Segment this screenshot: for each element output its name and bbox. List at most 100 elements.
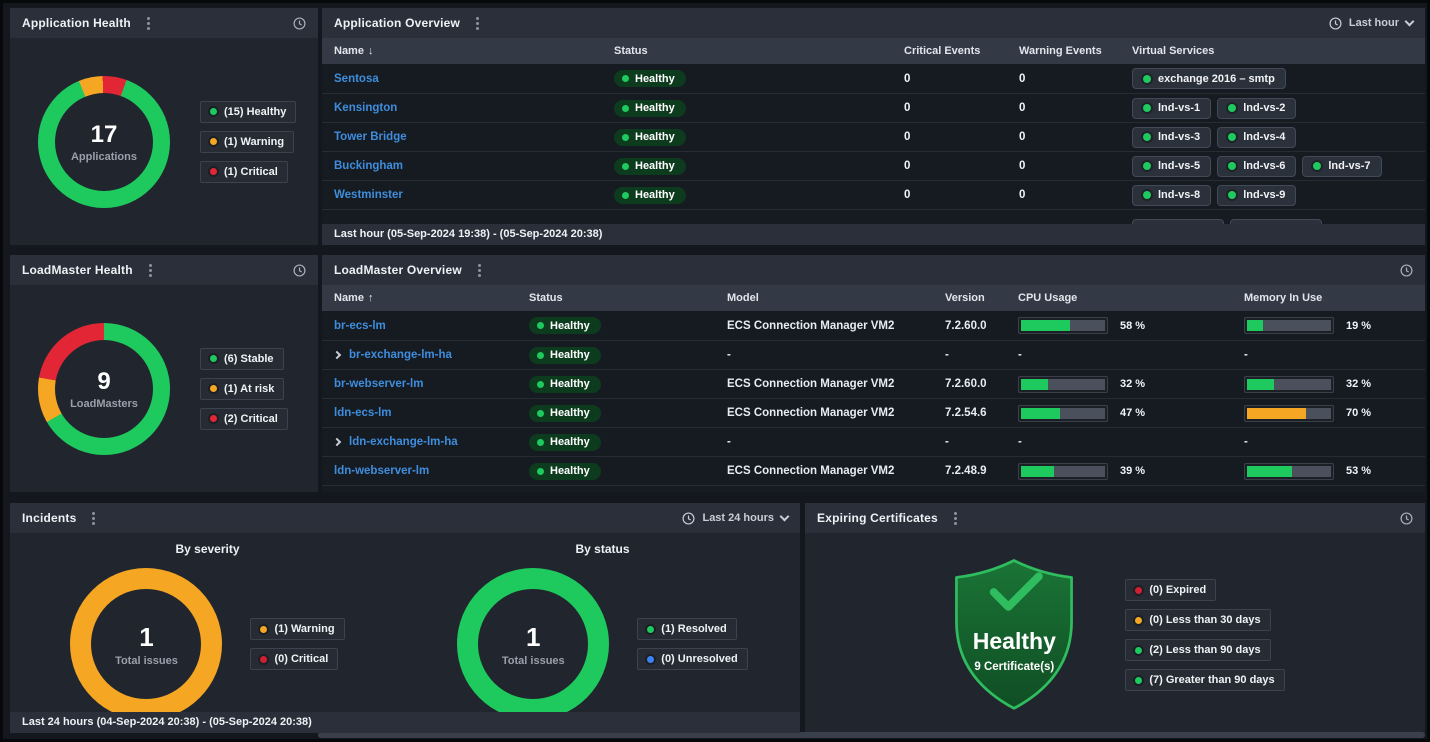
virtual-service-tag[interactable]: lnd-vs-5	[1132, 156, 1211, 177]
kebab-menu-icon[interactable]	[952, 510, 959, 527]
table-row[interactable]: br-ecs-lmHealthyECS Connection Manager V…	[322, 311, 1425, 340]
table-row[interactable]: KensingtonHealthy00lnd-vs-1lnd-vs-2	[322, 93, 1425, 122]
critical-events-value: 0	[892, 160, 1007, 172]
status-badge: Healthy	[614, 100, 686, 117]
virtual-service-tag[interactable]: exchange 2016 – smtp	[1132, 68, 1286, 89]
kebab-menu-icon[interactable]	[90, 510, 97, 527]
column-header-status[interactable]: Status	[517, 292, 715, 304]
virtual-service-tag[interactable]: lnd-vs-9	[1217, 185, 1296, 206]
virtual-service-tag[interactable]: lnd-vs-7	[1302, 156, 1381, 177]
sort-desc-icon: ↓	[368, 45, 374, 57]
panel-expiring-certificates: Expiring Certificates	[805, 503, 1425, 733]
application-name-link[interactable]: Sentosa	[334, 73, 379, 85]
table-row[interactable]: WestminsterHealthy00lnd-vs-8lnd-vs-9	[322, 180, 1425, 209]
status-dot-icon	[537, 352, 544, 359]
application-name-link[interactable]: Westminster	[334, 189, 403, 201]
table-row[interactable]: br-exchange-lm-haHealthy----	[322, 340, 1425, 369]
legend-item[interactable]: (2) Less than 90 days	[1125, 639, 1270, 661]
legend-item[interactable]: (1) Resolved	[637, 618, 736, 640]
virtual-service-tag[interactable]: lnd-vs-3	[1132, 127, 1211, 148]
table-row[interactable]: ldn-ecs-lmHealthyECS Connection Manager …	[322, 398, 1425, 427]
loadmaster-name-link[interactable]: br-ecs-lm	[334, 320, 386, 332]
chevron-down-icon	[1405, 17, 1415, 27]
legend-label: (1) Warning	[224, 136, 284, 148]
version-value: 7.2.60.0	[933, 378, 1006, 390]
version-value: 7.2.54.6	[933, 407, 1006, 419]
expand-chevron-icon[interactable]	[333, 351, 341, 359]
time-window-footer: Last 24 hours (04-Sep-2024 20:38) - (05-…	[10, 712, 800, 733]
column-header-name[interactable]: Name↓	[322, 45, 602, 57]
application-name-link[interactable]: Tower Bridge	[334, 131, 407, 143]
healthy-dot-icon	[1228, 133, 1236, 141]
kebab-menu-icon[interactable]	[145, 15, 152, 32]
virtual-service-tag[interactable]: lnd-vs-4	[1217, 127, 1296, 148]
table-row[interactable]: BuckinghamHealthy00lnd-vs-5lnd-vs-6lnd-v…	[322, 151, 1425, 180]
table-row[interactable]: SentosaHealthy00exchange 2016 – smtp	[322, 64, 1425, 93]
legend-item[interactable]: (0) Critical	[250, 648, 338, 670]
column-header-status[interactable]: Status	[602, 45, 892, 57]
version-value: -	[933, 436, 1006, 448]
virtual-service-tag[interactable]: lnd-vs-2	[1217, 98, 1296, 119]
time-window-footer: Last hour (05-Sep-2024 19:38) - (05-Sep-…	[322, 224, 1425, 245]
virtual-service-tag[interactable]: lnd-vs-8	[1132, 185, 1211, 206]
column-header-model[interactable]: Model	[715, 292, 933, 304]
legend-item[interactable]: (1) Warning	[200, 131, 294, 153]
column-header-name[interactable]: Name↑	[322, 292, 517, 304]
usage-percent: 47 %	[1120, 407, 1145, 419]
virtual-service-tag[interactable]: lnd-vs-6	[1217, 156, 1296, 177]
loadmaster-name-link[interactable]: br-webserver-lm	[334, 378, 423, 390]
application-name-link[interactable]: Buckingham	[334, 160, 403, 172]
legend-item[interactable]: (0) Unresolved	[637, 648, 747, 670]
time-range-dropdown[interactable]: Last hour	[1329, 17, 1413, 30]
table-row[interactable]: ldn-exchange-lm-haHealthy----	[322, 427, 1425, 456]
legend-item[interactable]: (6) Stable	[200, 348, 284, 370]
virtual-service-name: lnd-vs-7	[1328, 160, 1370, 172]
incident-chart-subtitle: By severity	[175, 542, 239, 556]
table-row[interactable]: ldn-webserver-lmHealthyECS Connection Ma…	[322, 456, 1425, 485]
legend-item[interactable]: (0) Less than 30 days	[1125, 609, 1270, 631]
donut-center-label: Total issues	[502, 655, 565, 667]
legend-item[interactable]: (1) Warning	[250, 618, 344, 640]
kebab-menu-icon[interactable]	[147, 262, 154, 279]
expand-chevron-icon[interactable]	[333, 438, 341, 446]
column-header-warning-events[interactable]: Warning Events	[1007, 45, 1120, 57]
critical-events-value: 0	[892, 73, 1007, 85]
table-row[interactable]: br-webserver-lmHealthyECS Connection Man…	[322, 369, 1425, 398]
legend-item[interactable]: (7) Greater than 90 days	[1125, 669, 1284, 691]
application-health-donut: 17 Applications	[38, 76, 170, 208]
critical-events-value: 0	[892, 131, 1007, 143]
time-range-dropdown[interactable]: Last 24 hours	[682, 512, 788, 525]
panel-title: Application Overview	[334, 16, 460, 30]
column-header-critical-events[interactable]: Critical Events	[892, 45, 1007, 57]
column-header-cpu-usage[interactable]: CPU Usage	[1006, 292, 1232, 304]
application-name-link[interactable]: Kensington	[334, 102, 397, 114]
usage-bar: 70 %	[1244, 405, 1371, 422]
kebab-menu-icon[interactable]	[476, 262, 483, 279]
panel-application-overview: Application Overview Last hour Name↓ Sta…	[322, 8, 1425, 245]
table-row[interactable]: Tower BridgeHealthy00lnd-vs-3lnd-vs-4	[322, 122, 1425, 151]
certificate-health-shield: Healthy 9 Certificate(s)	[945, 556, 1083, 714]
kebab-menu-icon[interactable]	[474, 15, 481, 32]
dashboard: Application Health 17 Applications (15) …	[3, 3, 1427, 739]
clock-icon	[293, 264, 306, 277]
usage-percent: 19 %	[1346, 320, 1371, 332]
legend-item[interactable]: (2) Critical	[200, 408, 288, 430]
virtual-service-tag[interactable]: lnd-vs-1	[1132, 98, 1211, 119]
usage-percent: 70 %	[1346, 407, 1371, 419]
usage-bar: 19 %	[1244, 317, 1371, 334]
legend-item[interactable]: (1) Critical	[200, 161, 288, 183]
legend-item[interactable]: (0) Expired	[1125, 579, 1216, 601]
loadmaster-name-link[interactable]: ldn-webserver-lm	[334, 465, 429, 477]
virtual-service-name: lnd-vs-9	[1243, 189, 1285, 201]
legend-dot-icon	[647, 656, 654, 663]
panel-header: Application Health	[10, 8, 318, 38]
loadmaster-name-link[interactable]: ldn-exchange-lm-ha	[349, 436, 458, 448]
legend-item[interactable]: (1) At risk	[200, 378, 284, 400]
column-header-memory-in-use[interactable]: Memory In Use	[1232, 292, 1425, 304]
column-header-version[interactable]: Version	[933, 292, 1006, 304]
legend-item[interactable]: (15) Healthy	[200, 101, 296, 123]
loadmaster-name-link[interactable]: ldn-ecs-lm	[334, 407, 392, 419]
table-header-row: Name↑ Status Model Version CPU Usage Mem…	[322, 285, 1425, 311]
column-header-virtual-services[interactable]: Virtual Services	[1120, 45, 1425, 57]
loadmaster-name-link[interactable]: br-exchange-lm-ha	[349, 349, 452, 361]
